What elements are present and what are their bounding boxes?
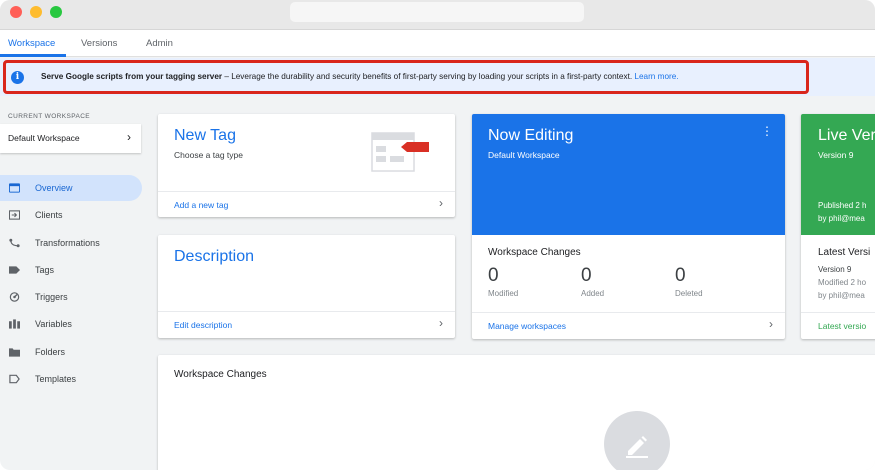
workspace-changes-card-title: Workspace Changes	[174, 369, 267, 380]
maximize-window-button[interactable]	[50, 6, 62, 18]
live-published-text: Published 2 h	[818, 201, 867, 210]
new-tag-card[interactable]: New Tag Choose a tag type Add a new tag …	[158, 114, 455, 217]
clients-icon	[9, 210, 20, 220]
description-footer[interactable]: Edit description ›	[158, 311, 455, 337]
new-tag-footer[interactable]: Add a new tag ›	[158, 191, 455, 217]
transformations-icon	[9, 238, 20, 248]
modified-counter: 0 Modified	[488, 265, 518, 298]
live-version-card: Live Ver Version 9 Published 2 h by phil…	[801, 114, 875, 339]
latest-version-link[interactable]: Latest versio	[818, 321, 866, 331]
sidebar-item-label: Tags	[35, 265, 55, 275]
live-published-by: by phil@mea	[818, 214, 865, 223]
sidebar-item-variables[interactable]: Variables	[0, 311, 142, 337]
new-tag-title: New Tag	[174, 127, 236, 144]
tag-icon	[9, 266, 20, 274]
live-version-title: Live Ver	[818, 127, 875, 144]
more-vert-icon[interactable]: ⋮	[761, 125, 773, 137]
now-editing-card: Now Editing Default Workspace ⋮ Workspac…	[472, 114, 785, 339]
current-workspace-label: CURRENT WORKSPACE	[8, 113, 91, 120]
added-counter: 0 Added	[581, 265, 604, 298]
banner-highlight-box	[3, 60, 809, 94]
sidebar-item-tags[interactable]: Tags	[0, 257, 142, 283]
sidebar-item-clients[interactable]: Clients	[0, 202, 142, 228]
now-editing-workspace: Default Workspace	[488, 150, 560, 160]
tab-versions[interactable]: Versions	[81, 38, 117, 49]
sidebar-item-overview[interactable]: Overview	[0, 175, 142, 201]
pencil-icon	[626, 436, 648, 458]
chevron-right-icon: ›	[127, 130, 131, 144]
live-version-footer[interactable]: Latest versio	[801, 312, 875, 338]
modified-label: Modified	[488, 289, 519, 298]
add-new-tag-link[interactable]: Add a new tag	[174, 200, 228, 210]
now-editing-title: Now Editing	[488, 127, 574, 144]
latest-version-by: by phil@mea	[818, 291, 865, 300]
sidebar-item-transformations[interactable]: Transformations	[0, 230, 142, 256]
latest-version-title: Latest Versi	[818, 247, 871, 258]
sidebar-item-label: Variables	[35, 319, 72, 329]
edit-placeholder	[604, 411, 670, 470]
sidebar-item-label: Triggers	[35, 292, 68, 302]
tab-workspace[interactable]: Workspace	[8, 38, 55, 49]
manage-workspaces-link[interactable]: Manage workspaces	[488, 321, 566, 331]
chevron-right-icon: ›	[439, 196, 443, 210]
sidebar-item-label: Overview	[35, 183, 73, 193]
edit-description-link[interactable]: Edit description	[174, 320, 232, 330]
description-card: Description Edit description ›	[158, 235, 455, 338]
top-tabs: Workspace Versions Admin	[0, 30, 875, 57]
latest-version-modified: Modified 2 ho	[818, 278, 867, 287]
sidebar-item-label: Clients	[35, 210, 63, 220]
sidebar-item-label: Templates	[35, 374, 77, 384]
modified-count: 0	[488, 265, 499, 286]
sidebar-item-label: Transformations	[35, 238, 100, 248]
sidebar-item-folders[interactable]: Folders	[0, 339, 142, 365]
workspace-changes-card: Workspace Changes	[158, 355, 875, 470]
live-version-header: Live Ver Version 9 Published 2 h by phil…	[801, 114, 875, 235]
sidebar-item-triggers[interactable]: Triggers	[0, 284, 142, 310]
variables-icon	[9, 319, 20, 329]
now-editing-header: Now Editing Default Workspace ⋮	[472, 114, 785, 235]
sidebar-item-templates[interactable]: Templates	[0, 366, 142, 392]
chevron-right-icon: ›	[769, 317, 773, 331]
address-bar[interactable]	[290, 2, 584, 22]
trigger-icon	[9, 292, 20, 302]
deleted-count: 0	[675, 265, 686, 286]
live-version-number: Version 9	[818, 150, 854, 160]
description-title: Description	[174, 248, 255, 265]
minimize-window-button[interactable]	[30, 6, 42, 18]
window-titlebar	[0, 0, 875, 30]
latest-version-number: Version 9	[818, 265, 852, 274]
folder-icon	[9, 348, 20, 357]
workspace-selector[interactable]: Default Workspace ›	[0, 124, 141, 153]
sidebar-item-label: Folders	[35, 347, 66, 357]
tab-admin[interactable]: Admin	[146, 38, 173, 49]
deleted-counter: 0 Deleted	[675, 265, 703, 298]
now-editing-footer[interactable]: Manage workspaces ›	[472, 312, 785, 338]
deleted-label: Deleted	[675, 289, 703, 298]
close-window-button[interactable]	[10, 6, 22, 18]
overview-icon	[9, 183, 20, 193]
new-tag-subtitle: Choose a tag type	[174, 150, 243, 160]
added-label: Added	[581, 289, 605, 298]
workspace-changes-title: Workspace Changes	[488, 247, 581, 258]
template-icon	[9, 374, 20, 384]
active-tab-indicator	[0, 54, 66, 57]
chevron-right-icon: ›	[439, 316, 443, 330]
browser-window: Workspace Versions Admin i Serve Google …	[0, 0, 875, 470]
workspace-name: Default Workspace	[8, 133, 80, 143]
added-count: 0	[581, 265, 592, 286]
new-tag-illustration-icon	[371, 132, 429, 172]
